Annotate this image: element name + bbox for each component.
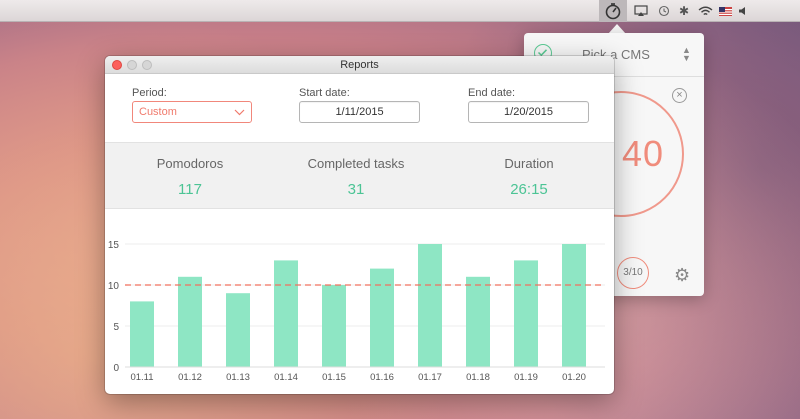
completed-tasks-value: 31 [347,181,365,198]
end-date-label: End date: [468,87,516,99]
x-tick-label: 01.18 [466,372,490,383]
pomodoro-bar-chart: 0 5 10 15 01.11 01.12 01.13 01.14 01.15 01.16 01.1… [105,209,614,394]
chart-bar [418,244,442,367]
updown-chevron-icon[interactable]: ▲ ▼ [682,46,691,63]
chart-bar [274,260,298,367]
tomato-counter: 3/10 [617,257,649,289]
chart-bar [178,276,202,367]
bluetooth-icon[interactable]: ✱ [676,3,692,19]
us-flag-icon[interactable] [718,3,732,19]
x-tick-label: 01.17 [418,372,442,383]
period-value: Custom [139,106,177,118]
x-tick-label: 01.19 [514,372,538,383]
period-label: Period: [132,87,167,99]
gear-icon[interactable]: ⚙ [674,265,690,286]
x-tick-label: 01.14 [274,372,298,383]
stats-summary: Pomodoros 117 Completed tasks 31 Duratio… [105,142,614,209]
time-machine-icon[interactable] [656,3,672,19]
chart-canvas: 0 5 10 15 01.11 01.12 01.13 01.14 01.15 01.16 01.1… [108,240,605,383]
chart-bar [514,260,538,367]
y-tick-label: 5 [113,322,119,333]
completed-tasks-label: Completed tasks [307,156,405,171]
wifi-icon[interactable] [696,3,714,19]
chart-bar [562,244,586,367]
airplay-icon[interactable] [633,3,649,19]
y-tick-label: 10 [108,281,120,292]
window-title: Reports [340,59,379,71]
y-tick-label: 0 [113,363,119,374]
x-tick-label: 01.13 [226,372,250,383]
x-tick-label: 01.12 [178,372,202,383]
duration-value: 26:15 [510,181,548,198]
chevron-down-icon [234,102,245,129]
y-tick-label: 15 [108,240,120,251]
menu-bar: ✱ [0,0,800,22]
x-tick-label: 01.16 [370,372,394,383]
volume-icon[interactable] [737,3,749,19]
x-tick-label: 01.15 [322,372,346,383]
chart-bar [226,293,250,367]
filter-bar: Period: Custom Start date: 1/11/2015 End… [105,74,614,142]
chart-bar [130,301,154,367]
start-date-label: Start date: [299,87,350,99]
start-date-field[interactable]: 1/11/2015 [299,101,420,123]
end-date-field[interactable]: 1/20/2015 [468,101,589,123]
pomodoros-value: 117 [178,181,202,198]
pomodoros-label: Pomodoros [156,156,224,171]
period-select[interactable]: Custom [132,101,252,123]
chart-bar [322,285,346,367]
chart-bar [466,276,490,367]
x-tick-label: 01.11 [130,372,153,383]
title-bar: Reports [105,56,614,74]
close-icon[interactable]: × [672,88,687,103]
x-tick-label: 01.20 [562,372,586,383]
duration-label: Duration [504,156,554,171]
reports-window: Reports Period: Custom Start date: 1/11/… [105,56,614,394]
chart-bar [370,268,394,367]
pomodoro-timer-icon[interactable] [599,0,627,22]
